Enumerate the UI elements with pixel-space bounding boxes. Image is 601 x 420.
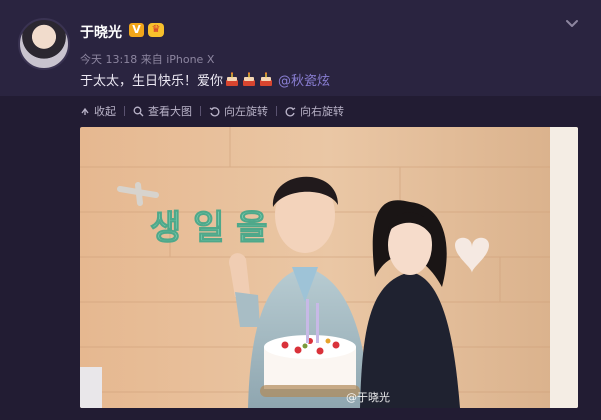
- rotate-right-button[interactable]: 向右旋转: [285, 103, 344, 119]
- collapse-label: 收起: [94, 105, 116, 118]
- photo-watermark: @于晓光: [346, 390, 390, 404]
- cake-emoji-icon: [226, 72, 239, 86]
- avatar[interactable]: [18, 18, 70, 70]
- post-text-body: 于太太，生日快乐！爱你: [80, 74, 224, 89]
- rotate-right-label: 向右旋转: [300, 105, 344, 118]
- footer-space: [0, 409, 601, 420]
- view-large-button[interactable]: 查看大图: [133, 103, 192, 119]
- collapse-icon: [81, 107, 89, 115]
- rotate-left-icon: [209, 106, 220, 116]
- mention-link[interactable]: @秋瓷炫: [278, 74, 330, 89]
- photo-image: 생 일 을 @于晓光: [80, 127, 578, 408]
- rotate-right-icon: [285, 106, 296, 116]
- rotate-left-label: 向左旋转: [224, 105, 268, 118]
- divider: [124, 106, 125, 116]
- image-toolbar: 收起 查看大图 向左旋转 向右旋转: [80, 100, 344, 122]
- banner-text: 생 일 을: [150, 208, 268, 248]
- cake-emoji-icon: [260, 72, 273, 86]
- cake-emoji-icon: [243, 72, 256, 86]
- post-photo[interactable]: 생 일 을 @于晓光: [80, 127, 578, 408]
- post-text: 于太太，生日快乐！爱你 @秋瓷炫: [80, 70, 330, 89]
- divider: [200, 106, 201, 116]
- vip-crown-icon: ♛: [148, 23, 164, 37]
- view-large-label: 查看大图: [148, 105, 192, 118]
- divider: [276, 106, 277, 116]
- collapse-button[interactable]: 收起: [80, 103, 116, 119]
- chevron-down-icon[interactable]: [562, 14, 582, 34]
- rotate-left-button[interactable]: 向左旋转: [209, 103, 268, 119]
- user-name[interactable]: 于晓光: [80, 22, 122, 42]
- post-meta: 今天 13:18 来自 iPhone X: [80, 53, 215, 66]
- magnifier-icon: [133, 106, 144, 116]
- verified-badge-icon: V: [129, 23, 144, 37]
